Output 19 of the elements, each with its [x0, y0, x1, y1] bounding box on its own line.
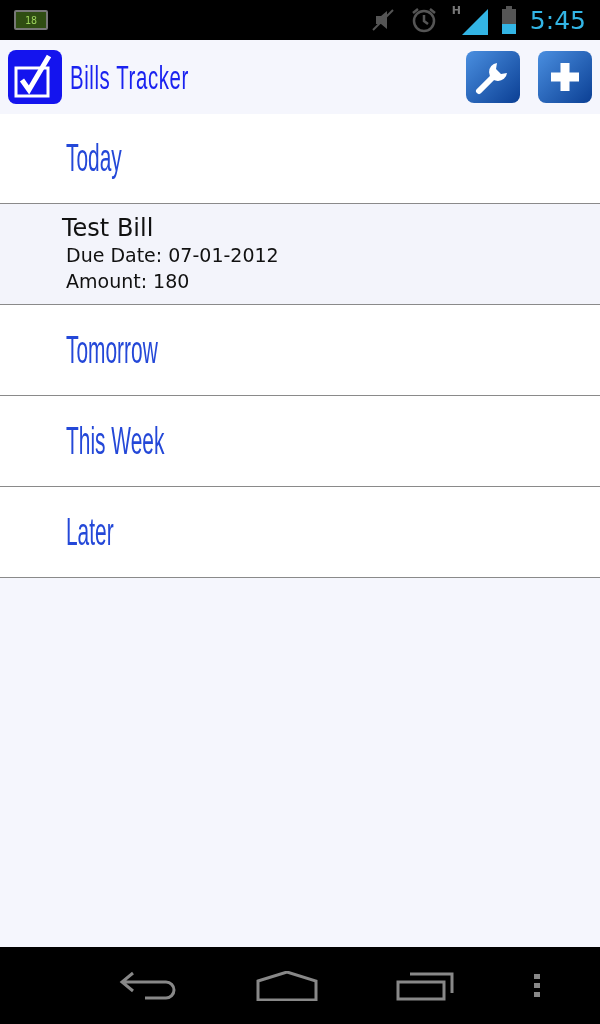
recent-apps-icon[interactable]	[396, 970, 455, 1001]
battery-icon	[501, 6, 516, 34]
bill-amount: Amount: 180	[66, 269, 191, 294]
overflow-menu-icon[interactable]	[532, 972, 541, 999]
back-icon[interactable]	[119, 970, 178, 1001]
section-header: Later	[66, 510, 114, 554]
home-icon[interactable]	[255, 970, 318, 1001]
checkbox-logo-icon	[8, 50, 62, 104]
add-button[interactable]	[538, 51, 592, 103]
clock-time: 5:45	[529, 5, 586, 35]
section-header: Today	[66, 137, 122, 180]
network-type: H	[451, 5, 461, 16]
bill-name: Test Bill	[62, 214, 155, 242]
app-title: Bills Tracker	[70, 57, 189, 97]
bill-due-date: Due Date: 07-01-2012	[66, 243, 280, 268]
section-header: This Week	[66, 419, 165, 463]
settings-button[interactable]	[466, 51, 520, 103]
battery-icon: 18	[14, 10, 48, 30]
section-header: Tomorrow	[66, 328, 158, 372]
